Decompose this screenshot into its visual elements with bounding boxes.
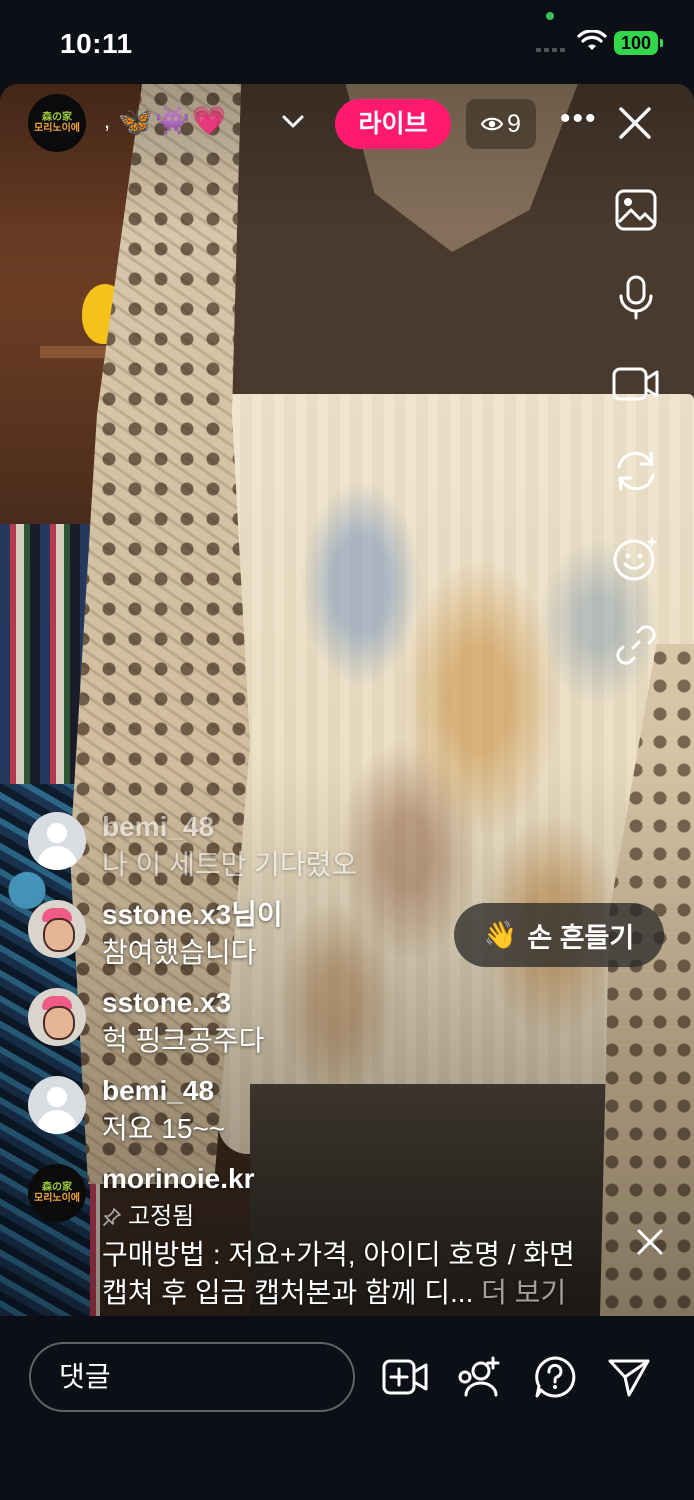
close-icon[interactable] — [616, 104, 654, 142]
side-toolbar — [610, 184, 662, 706]
brand-logo-line1: 森の家 — [42, 112, 72, 123]
comment-username[interactable]: morinoie.kr — [102, 1163, 254, 1194]
comment-item[interactable]: sstone.x3 헉 핑크공주다 — [28, 984, 628, 1060]
camera-indicator-dot — [546, 12, 554, 20]
brand-logo-line2: 모리노이에 — [34, 123, 80, 134]
invite-guest-button[interactable] — [456, 1354, 502, 1400]
battery-indicator: 100 — [614, 31, 663, 55]
status-time: 10:11 — [60, 28, 133, 59]
host-emoji: 🦋👾💗 — [118, 105, 229, 136]
effects-tool[interactable] — [610, 532, 662, 584]
user-avatar[interactable] — [28, 900, 86, 958]
host-name-emoji[interactable]: , 🦋👾💗 — [104, 104, 229, 137]
wifi-icon — [577, 30, 607, 50]
microphone-icon — [619, 275, 653, 320]
link-icon — [616, 625, 656, 665]
questions-button[interactable] — [532, 1354, 578, 1400]
add-video-button[interactable] — [382, 1354, 428, 1400]
comment-item[interactable]: sstone.x3님이 참여했습니다 — [28, 896, 628, 972]
pinned-comment[interactable]: 森の家 모리노이에 morinoie.kr 고정됨 구매방법 : 저요+가격, … — [28, 1160, 628, 1312]
share-button[interactable] — [606, 1354, 652, 1400]
comment-username[interactable]: bemi_48 — [102, 1072, 225, 1110]
comment-username[interactable]: bemi_48 — [102, 808, 357, 846]
see-more-link[interactable]: 더 보기 — [481, 1277, 566, 1308]
pinned-text-line1: 구매방법 : 저요+가격, 아이디 호명 / 화면 — [102, 1239, 575, 1270]
gallery-tool[interactable] — [610, 184, 662, 236]
viewer-count-button[interactable]: 9 — [466, 99, 536, 149]
comment-username[interactable]: sstone.x3님이 — [102, 896, 283, 934]
question-bubble-icon — [535, 1356, 576, 1398]
camera-toggle-tool[interactable] — [610, 358, 662, 410]
face-effects-icon — [613, 536, 658, 581]
link-tool[interactable] — [610, 619, 662, 671]
comment-text: 참여했습니다 — [102, 937, 257, 968]
comment-item[interactable]: bemi_48 저요 15~~ — [28, 1072, 628, 1148]
live-badge: 라이브 — [335, 99, 451, 149]
user-avatar[interactable] — [28, 1076, 86, 1134]
video-camera-icon — [612, 367, 659, 401]
flip-camera-icon — [617, 451, 655, 491]
comment-username[interactable]: sstone.x3 — [102, 984, 264, 1022]
comment-text: 저요 15~~ — [102, 1113, 226, 1144]
microphone-tool[interactable] — [610, 271, 662, 323]
comment-item[interactable]: bemi_48 나 이 세트만 기다렸오 — [28, 808, 628, 884]
host-avatar[interactable]: 森の家 모리노이에 — [28, 94, 86, 152]
eye-icon — [481, 117, 504, 131]
comment-text: 헉 핑크공주다 — [102, 1025, 265, 1056]
add-person-icon — [458, 1356, 500, 1397]
user-avatar[interactable] — [28, 812, 86, 870]
comment-input[interactable] — [29, 1342, 355, 1412]
comment-text: 나 이 세트만 기다렸오 — [102, 849, 358, 880]
pin-icon — [103, 1208, 121, 1226]
more-options-icon[interactable]: ••• — [560, 104, 598, 134]
chevron-down-icon[interactable] — [280, 108, 306, 134]
brand-logo-line1: 森の家 — [42, 1182, 72, 1193]
brand-logo-line2: 모리노이에 — [34, 1193, 80, 1204]
paper-plane-icon — [608, 1359, 650, 1397]
add-video-icon — [382, 1359, 428, 1395]
cellular-signal-icon — [536, 48, 565, 52]
viewer-count: 9 — [507, 109, 521, 138]
unpin-close-icon[interactable] — [634, 1226, 666, 1258]
status-bar: 10:11 100 — [0, 0, 694, 84]
image-icon — [615, 189, 657, 231]
pinned-label: 고정됨 — [128, 1203, 195, 1230]
user-avatar[interactable]: 森の家 모리노이에 — [28, 1164, 86, 1222]
pinned-text-line2: 캡쳐 후 입금 캡처본과 함께 디... — [102, 1277, 474, 1308]
flip-camera-tool[interactable] — [610, 445, 662, 497]
comment-feed: bemi_48 나 이 세트만 기다렸오 sstone.x3님이 참여했습니다 … — [28, 808, 628, 1324]
user-avatar[interactable] — [28, 988, 86, 1046]
